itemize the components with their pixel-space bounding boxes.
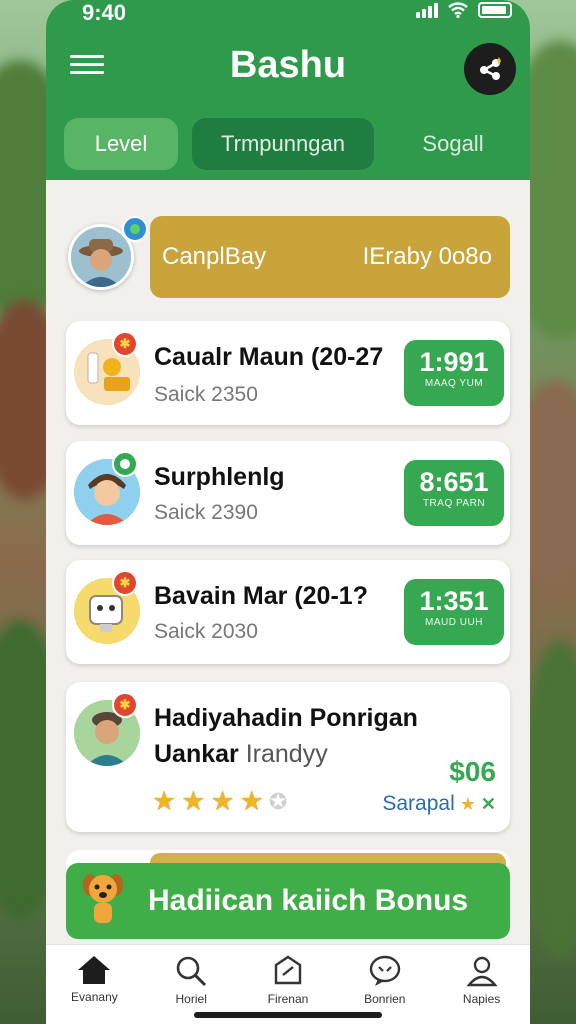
tab-sogall[interactable]: Sogall bbox=[394, 118, 512, 170]
item-title: Surphlenlg bbox=[154, 463, 285, 491]
bonus-button[interactable]: Hadiican kaiich Bonus bbox=[66, 863, 510, 939]
app-title: Bashu bbox=[229, 44, 347, 86]
timer-badge: 1:351 MAUD UUH bbox=[404, 579, 504, 645]
profile-icon bbox=[466, 956, 498, 987]
item-title: Bavain Mar (20-1? bbox=[154, 582, 368, 610]
timer-badge: 8:651 TRAQ PARN bbox=[404, 460, 504, 526]
star-icon: ★ bbox=[152, 786, 177, 816]
tab-trmpunngan[interactable]: Trmpunngan bbox=[192, 118, 374, 170]
star-icon: ★ bbox=[239, 786, 264, 816]
star-empty-icon: ✪ bbox=[268, 789, 288, 814]
profile-name: CanplBay bbox=[162, 243, 267, 270]
star-icon: ★ bbox=[210, 786, 235, 816]
item-badge bbox=[112, 451, 138, 477]
list-item[interactable]: ✱ Caualr Maun (20-27 Saick 2350 1:991 MA… bbox=[66, 321, 510, 425]
home-icon bbox=[78, 956, 111, 984]
search-icon bbox=[176, 956, 207, 987]
battery-icon bbox=[478, 2, 512, 18]
signal-icon bbox=[416, 2, 438, 18]
item-price: $06 bbox=[449, 756, 496, 787]
item-subtitle: Saick 2350 bbox=[154, 383, 258, 406]
wifi-icon bbox=[448, 2, 468, 18]
bonus-label: Hadiican kaiich Bonus bbox=[148, 884, 469, 917]
item-badge: ✱ bbox=[112, 570, 138, 596]
profile-row[interactable]: CanplBay IEraby 0o8o bbox=[66, 216, 510, 306]
list-item[interactable]: Surphlenlg Saick 2390 8:651 TRAQ PARN bbox=[66, 441, 510, 545]
nav-item-profile[interactable]: Napies bbox=[433, 945, 530, 1024]
avatar-badge bbox=[122, 216, 148, 242]
list-item[interactable]: ✱ Bavain Mar (20-1? Saick 2030 1:351 MAU… bbox=[66, 560, 510, 664]
dog-icon bbox=[83, 874, 123, 923]
chat-icon bbox=[369, 955, 400, 986]
share-button[interactable] bbox=[464, 43, 516, 95]
item-title: Hadiyahadin Ponrigan bbox=[154, 704, 418, 732]
item-badge: ✱ bbox=[112, 692, 138, 718]
home-indicator bbox=[194, 1012, 382, 1018]
profile-value: IEraby 0o8o bbox=[362, 243, 492, 270]
item-title: Caualr Maun (20-27 bbox=[154, 343, 384, 371]
tab-level[interactable]: Level bbox=[64, 118, 178, 170]
item-subtitle: Saick 2390 bbox=[154, 501, 258, 524]
status-time: 9:40 bbox=[82, 0, 127, 25]
tab-bar: Level Trmpunngan Sogall bbox=[64, 118, 524, 170]
item-title-line2: Uankar Irandyy bbox=[154, 740, 328, 768]
star-icon: ★ bbox=[459, 793, 476, 814]
item-badge: ✱ bbox=[112, 331, 138, 357]
status-icons bbox=[416, 2, 512, 18]
star-icon: ★ bbox=[181, 786, 206, 816]
timer-badge: 1:991 MAAQ YUM bbox=[404, 340, 504, 406]
nav-item-home[interactable]: Evanany bbox=[46, 945, 143, 1024]
tag-icon bbox=[274, 955, 302, 985]
rating-stars: ★ ★ ★ ★ ✪ bbox=[152, 788, 287, 815]
phone-screen: 9:40 Bashu Level Trmpunngan Sogall Canpl… bbox=[46, 0, 530, 1024]
item-subtitle: Saick 2030 bbox=[154, 620, 258, 643]
share-icon bbox=[480, 57, 501, 80]
profile-bar: CanplBay IEraby 0o8o bbox=[150, 216, 510, 298]
close-icon: ✕ bbox=[480, 793, 496, 814]
action-link[interactable]: Sarapal ★ ✕ bbox=[382, 792, 496, 816]
list-item[interactable]: ✱ Hadiyahadin Ponrigan Uankar Irandyy ★ … bbox=[66, 682, 510, 832]
main-content: CanplBay IEraby 0o8o ✱ Caualr Maun (20-2… bbox=[46, 180, 530, 1024]
app-header: 9:40 Bashu Level Trmpunngan Sogall bbox=[46, 0, 530, 180]
